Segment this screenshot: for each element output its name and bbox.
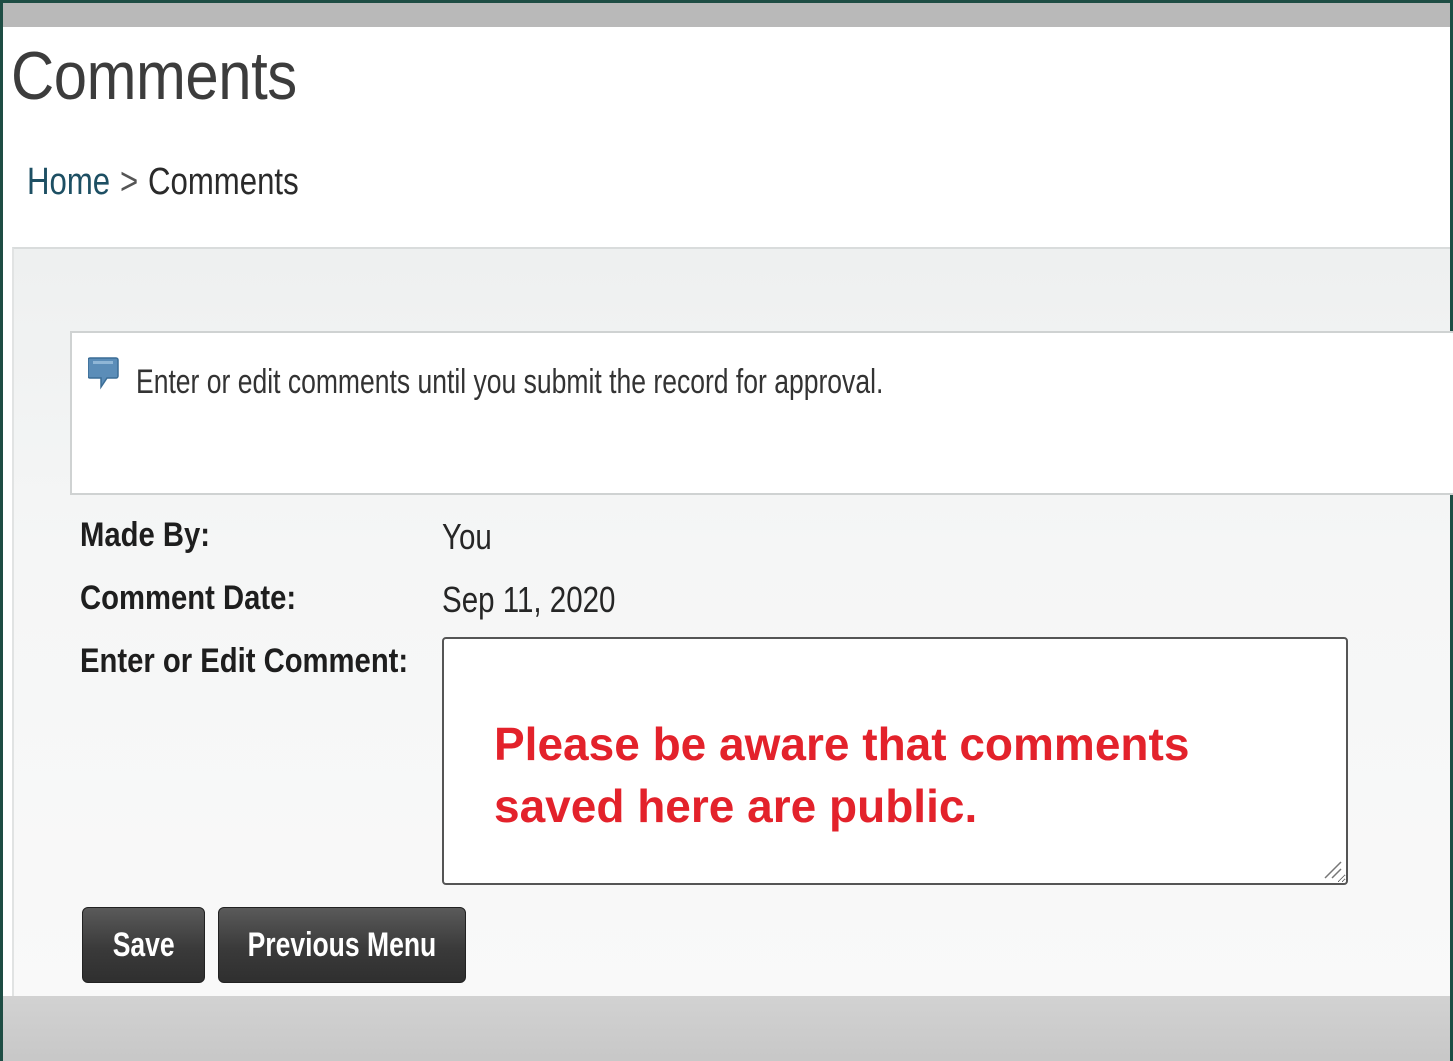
bottom-strip (3, 996, 1450, 1061)
previous-menu-button[interactable]: Previous Menu (218, 907, 466, 983)
breadcrumb-separator: > (119, 161, 139, 203)
info-box: Enter or edit comments until you submit … (70, 331, 1453, 495)
info-message: Enter or edit comments until you submit … (136, 363, 884, 401)
save-button-label: Save (112, 925, 175, 964)
comment-text: Please be aware that comments saved here… (494, 718, 1190, 832)
previous-menu-button-label: Previous Menu (247, 925, 437, 964)
speech-bubble-icon (88, 357, 119, 390)
breadcrumb-home-link[interactable]: Home (27, 161, 110, 203)
made-by-value: You (442, 516, 492, 557)
page-title: Comments (11, 38, 297, 114)
comment-date-value: Sep 11, 2020 (442, 579, 616, 620)
comment-field-label: Enter or Edit Comment: (80, 642, 409, 680)
breadcrumb-current: Comments (148, 161, 299, 203)
top-strip (3, 3, 1450, 27)
comment-textarea[interactable]: Please be aware that comments saved here… (442, 637, 1348, 885)
save-button[interactable]: Save (82, 907, 205, 983)
breadcrumb: Home > Comments (27, 161, 299, 204)
comment-date-label: Comment Date: (80, 579, 297, 617)
made-by-label: Made By: (80, 516, 210, 554)
resize-grip-icon[interactable] (1321, 858, 1343, 880)
page-frame: Comments Home > Comments (3, 3, 1450, 1061)
